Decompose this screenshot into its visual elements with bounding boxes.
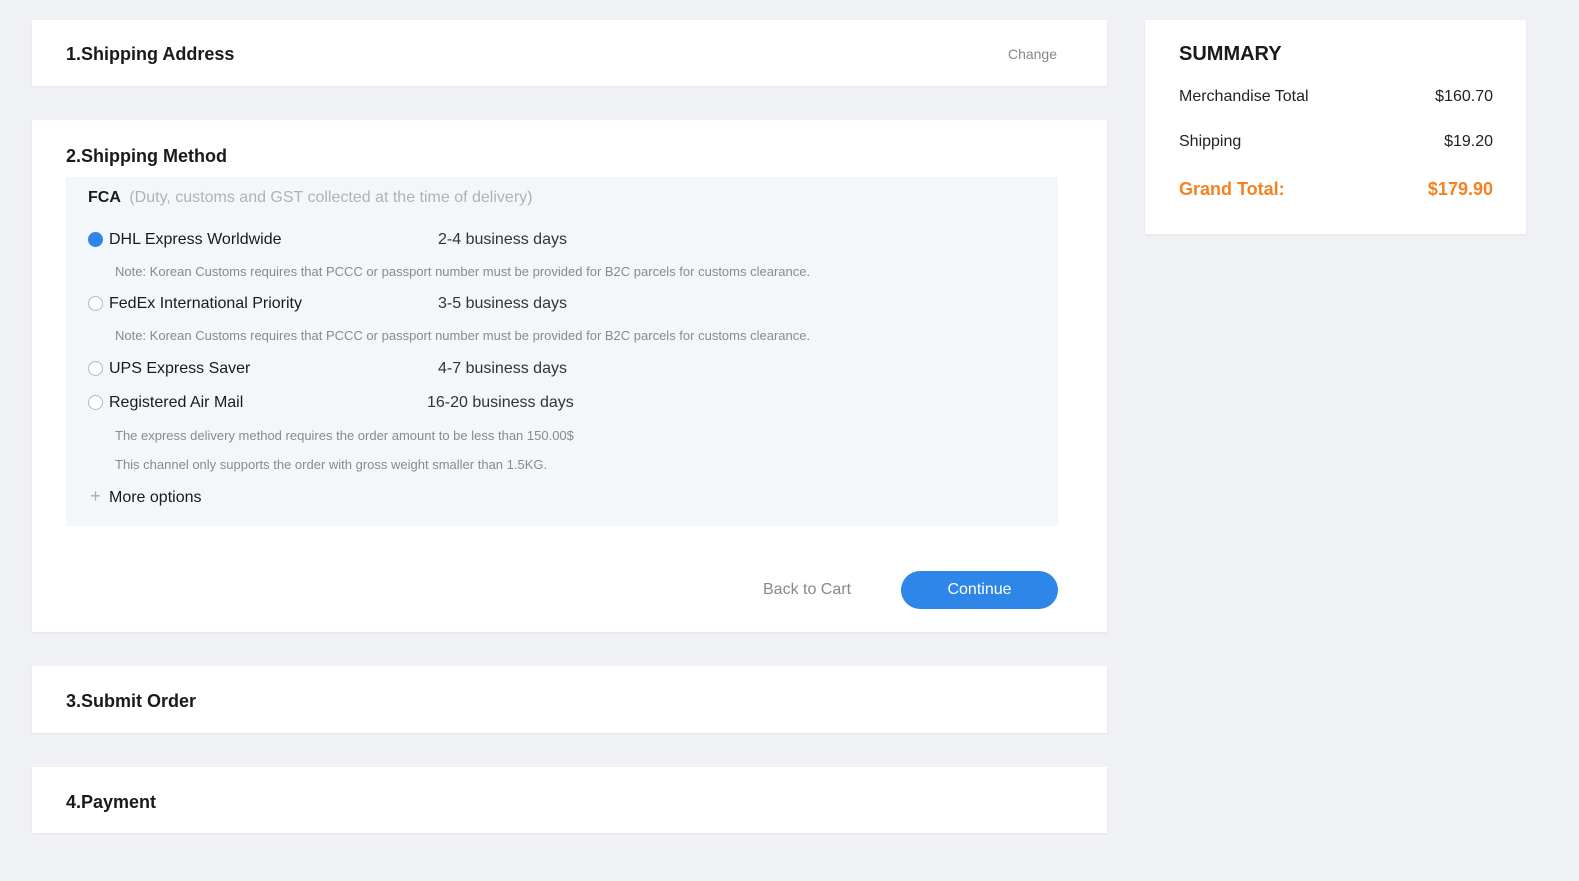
back-to-cart-link[interactable]: Back to Cart (763, 581, 851, 599)
shipping-option-days: 2-4 business days (438, 231, 567, 248)
radio-selected-icon[interactable] (88, 232, 103, 247)
airmail-weight-note: This channel only supports the order wit… (115, 457, 548, 472)
plus-icon: + (90, 486, 101, 506)
change-address-link[interactable]: Change (1008, 46, 1057, 62)
fca-header: FCA (Duty, customs and GST collected at … (88, 189, 532, 207)
shipping-option-name: DHL Express Worldwide (109, 231, 282, 248)
fca-code: FCA (88, 189, 121, 206)
shipping-cost-value: $19.20 (1444, 133, 1493, 150)
shipping-address-section: 1.Shipping Address Change (32, 20, 1107, 86)
fedex-customs-note: Note: Korean Customs requires that PCCC … (115, 328, 811, 343)
merchandise-total-value: $160.70 (1435, 88, 1493, 105)
continue-button[interactable]: Continue (901, 571, 1058, 609)
airmail-amount-note: The express delivery method requires the… (115, 428, 574, 443)
grand-total-label: Grand Total: (1179, 179, 1285, 199)
submit-order-title: 3.Submit Order (66, 691, 197, 711)
shipping-address-title: 1.Shipping Address (66, 44, 235, 64)
shipping-options-panel: FCA (Duty, customs and GST collected at … (66, 177, 1058, 526)
merchandise-total-label: Merchandise Total (1179, 88, 1309, 105)
payment-title: 4.Payment (66, 792, 157, 812)
shipping-method-section: 2.Shipping Method FCA (Duty, customs and… (32, 120, 1107, 632)
shipping-option-days: 3-5 business days (438, 295, 567, 312)
shipping-option-name: Registered Air Mail (109, 394, 244, 411)
radio-unselected-icon[interactable] (88, 395, 103, 410)
shipping-method-title: 2.Shipping Method (66, 146, 227, 166)
shipping-option-name: UPS Express Saver (109, 360, 251, 377)
shipping-option-name: FedEx International Priority (109, 295, 302, 312)
summary-title: SUMMARY (1179, 43, 1282, 65)
fca-description: (Duty, customs and GST collected at the … (129, 189, 533, 206)
radio-unselected-icon[interactable] (88, 361, 103, 376)
more-options-toggle[interactable]: + More options (88, 486, 202, 507)
radio-unselected-icon[interactable] (88, 296, 103, 311)
shipping-cost-label: Shipping (1179, 133, 1242, 150)
grand-total-value: $179.90 (1427, 179, 1493, 199)
submit-order-section: 3.Submit Order (32, 666, 1107, 733)
shipping-option-days: 4-7 business days (438, 360, 567, 377)
shipping-option-days: 16-20 business days (427, 394, 574, 411)
order-summary-card: SUMMARY Merchandise Total $160.70 Shippi… (1145, 20, 1526, 234)
dhl-customs-note: Note: Korean Customs requires that PCCC … (115, 264, 811, 279)
payment-section: 4.Payment (32, 767, 1107, 833)
more-options-label: More options (109, 489, 202, 506)
